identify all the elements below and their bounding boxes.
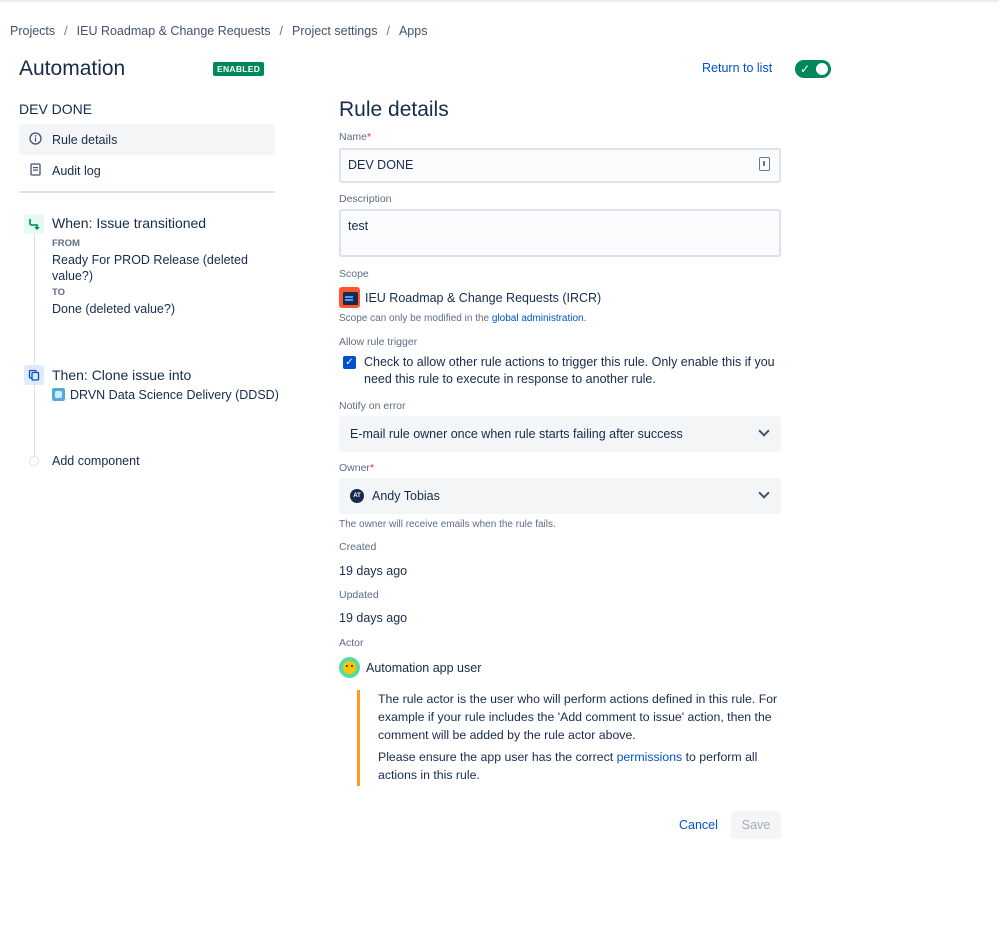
section-heading: Rule details <box>339 98 449 121</box>
add-component-button[interactable]: Add component <box>52 454 140 468</box>
field-info-icon <box>759 157 770 171</box>
description-label: Description <box>339 193 392 205</box>
save-button[interactable]: Save <box>731 811 781 839</box>
owner-note: The owner will receive emails when the r… <box>339 519 556 530</box>
flow-connector-line <box>34 232 35 460</box>
owner-label-text: Owner <box>339 462 370 474</box>
permissions-note-text: Please ensure the app user has the corre… <box>378 750 614 764</box>
actor-note-paragraph: The rule actor is the user who will perf… <box>378 692 778 742</box>
global-administration-link[interactable]: global administration <box>492 313 584 324</box>
name-field[interactable]: DEV DONE <box>339 148 781 183</box>
cancel-button[interactable]: Cancel <box>672 811 725 839</box>
sidebar-rule-name: DEV DONE <box>19 101 93 117</box>
notify-label: Notify on error <box>339 400 406 412</box>
actor-name: Automation app user <box>366 660 482 675</box>
document-icon <box>27 162 43 179</box>
breadcrumb-separator: / <box>386 24 390 38</box>
chevron-down-icon <box>756 487 772 503</box>
updated-value: 19 days ago <box>339 611 408 625</box>
updated-label: Updated <box>339 589 379 601</box>
sidebar-divider <box>19 191 275 193</box>
actor-value: Automation app user <box>339 657 481 678</box>
transition-icon <box>24 214 44 234</box>
actor-note-permissions: Please ensure the app user has the corre… <box>378 748 781 784</box>
clone-icon <box>24 365 44 385</box>
notify-on-error-select[interactable]: E-mail rule owner once when rule starts … <box>339 416 781 452</box>
scope-note-end: . <box>583 313 587 324</box>
breadcrumb-projects[interactable]: Projects <box>10 24 55 38</box>
owner-label: Owner* <box>339 462 374 474</box>
allow-trigger-checkbox[interactable]: ✓ <box>343 356 356 369</box>
action-project: DRVN Data Science Delivery (DDSD) <box>52 387 282 403</box>
scope-note: Scope can only be modified in the global… <box>339 313 586 324</box>
name-label-text: Name <box>339 131 368 143</box>
actor-label: Actor <box>339 637 364 649</box>
owner-selected-value: Andy Tobias <box>372 489 440 503</box>
breadcrumb: Projects / IEU Roadmap & Change Requests… <box>10 24 427 38</box>
chevron-down-icon <box>756 425 772 441</box>
sidebar-item-label: Rule details <box>52 132 118 147</box>
allow-trigger-label: Allow rule trigger <box>339 336 418 348</box>
name-label: Name* <box>339 131 371 143</box>
breadcrumb-apps[interactable]: Apps <box>399 24 428 38</box>
scope-note-text: Scope can only be modified in the <box>339 313 490 324</box>
check-icon: ✓ <box>800 62 811 76</box>
created-value: 19 days ago <box>339 564 408 578</box>
avatar: AT <box>350 489 364 503</box>
top-divider <box>0 0 999 2</box>
project-avatar-icon <box>52 388 65 401</box>
sidebar-item-audit-log[interactable]: Audit log <box>19 155 275 186</box>
breadcrumb-separator: / <box>279 24 283 38</box>
scope-project-name: IEU Roadmap & Change Requests (IRCR) <box>365 290 602 305</box>
trigger-from-label: FROM <box>52 238 80 249</box>
trigger-title[interactable]: When: Issue transitioned <box>52 215 206 231</box>
action-project-name: DRVN Data Science Delivery (DDSD) <box>70 388 279 402</box>
action-title[interactable]: Then: Clone issue into <box>52 367 191 383</box>
trigger-to-label: TO <box>52 287 66 298</box>
description-field[interactable]: test <box>339 209 781 257</box>
toggle-knob <box>816 63 828 75</box>
scope-label: Scope <box>339 268 369 280</box>
app-user-avatar <box>339 657 360 678</box>
permissions-link[interactable]: permissions <box>617 750 683 764</box>
status-badge: ENABLED <box>213 62 265 76</box>
trigger-to-value: Done (deleted value?) <box>52 302 175 316</box>
rule-enabled-toggle[interactable]: ✓ <box>795 60 831 78</box>
required-marker: * <box>367 131 372 143</box>
breadcrumb-project[interactable]: IEU Roadmap & Change Requests <box>77 24 271 38</box>
required-marker: * <box>369 462 375 474</box>
breadcrumb-separator: / <box>64 24 68 38</box>
breadcrumb-project-settings[interactable]: Project settings <box>292 24 377 38</box>
project-avatar-icon <box>339 287 360 308</box>
sidebar-item-label: Audit log <box>52 163 101 178</box>
allow-trigger-text: Check to allow other rule actions to tri… <box>364 355 775 386</box>
notify-selected-value: E-mail rule owner once when rule starts … <box>350 427 683 441</box>
trigger-from-value: Ready For PROD Release (deleted value?) <box>52 253 248 283</box>
add-component-dot <box>29 456 39 466</box>
scope-value: IEU Roadmap & Change Requests (IRCR) <box>339 287 601 308</box>
created-label: Created <box>339 541 377 553</box>
page-title: Automation <box>19 57 126 80</box>
sidebar-nav: Rule details Audit log <box>19 124 275 186</box>
name-field-value: DEV DONE <box>348 158 414 172</box>
owner-select[interactable]: AT Andy Tobias <box>339 478 781 514</box>
sidebar-item-rule-details[interactable]: Rule details <box>19 124 275 155</box>
info-icon <box>27 131 43 148</box>
return-to-list-link[interactable]: Return to list <box>702 61 772 75</box>
actor-info-note: The rule actor is the user who will perf… <box>357 690 781 786</box>
